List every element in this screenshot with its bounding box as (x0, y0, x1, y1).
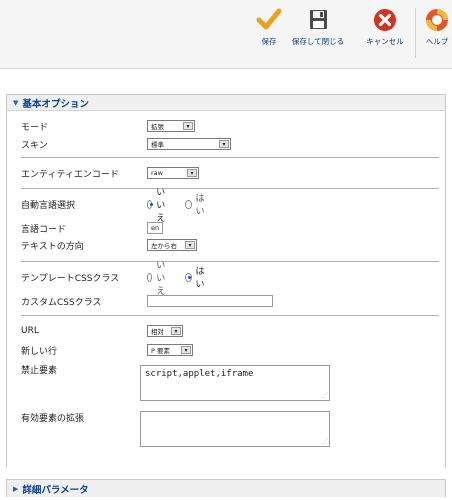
advanced-params-title: 詳細パラメータ (22, 484, 89, 496)
entity-encode-label: エンティティエンコード (21, 169, 119, 180)
text-dir-select[interactable]: 左から右 ▾ (147, 239, 197, 251)
lifebuoy-icon (426, 9, 448, 31)
text-dir-value: 左から右 (151, 242, 177, 250)
cancel-label: キャンセル (366, 37, 404, 46)
collapse-arrow-icon: ▶ (13, 484, 19, 493)
template-css-no-label: いいえ (156, 260, 166, 297)
mode-label: モード (21, 122, 49, 133)
divider (21, 261, 439, 262)
text-dir-label: テキストの方向 (21, 241, 84, 252)
url-value: 相対 (151, 328, 164, 336)
help-label: ヘルプ (425, 37, 449, 46)
cancel-button[interactable]: キャンセル (362, 8, 408, 47)
dropdown-icon: ▾ (171, 327, 181, 335)
auto-lang-yes-label: はい (195, 194, 205, 217)
auto-lang-no-radio[interactable]: いいえ (147, 185, 169, 224)
lang-code-input[interactable]: en (147, 222, 163, 234)
custom-css-label: カスタムCSSクラス (21, 297, 102, 308)
cancel-icon (374, 9, 396, 31)
skin-label: スキン (21, 140, 48, 151)
mode-select[interactable]: 拡張 ▾ (147, 120, 195, 132)
auto-lang-label: 自動言語選択 (21, 200, 76, 211)
newline-label: 新しい行 (21, 346, 58, 357)
resize-grip-icon[interactable]: ⋰ (322, 393, 328, 399)
entity-encode-select[interactable]: raw ▾ (147, 167, 199, 179)
dropdown-icon: ▾ (185, 241, 195, 249)
prohibited-label: 禁止要素 (21, 365, 58, 376)
floppy-disk-icon (310, 10, 327, 29)
radio-selected-icon (147, 199, 154, 209)
auto-lang-yes-radio[interactable]: はい (185, 191, 207, 217)
template-css-label: テンプレートCSSクラス (21, 273, 120, 284)
save-label: 保存 (261, 37, 277, 46)
url-select[interactable]: 相対 ▾ (147, 325, 183, 337)
template-css-no-radio[interactable]: いいえ (147, 258, 169, 297)
url-label: URL (21, 326, 39, 336)
advanced-params-header[interactable]: ▶ 詳細パラメータ (7, 480, 445, 497)
template-css-yes-radio[interactable]: はい (185, 264, 207, 290)
entity-encode-value: raw (151, 169, 163, 177)
skin-value: 標準 (151, 141, 164, 149)
basic-options-title: 基本オプション (22, 98, 89, 110)
radio-empty-icon (147, 272, 153, 282)
prohibited-textarea[interactable]: script,applet,iframe ⋰ (140, 365, 330, 401)
divider (21, 157, 439, 158)
template-css-yes-label: はい (195, 267, 205, 290)
newline-select[interactable]: P 要素 ▾ (147, 344, 193, 356)
prohibited-value: script,applet,iframe (145, 369, 254, 379)
expand-arrow-icon: ▼ (13, 98, 19, 107)
dropdown-icon: ▾ (183, 122, 193, 130)
dropdown-icon: ▾ (219, 140, 229, 148)
extended-textarea[interactable]: ⋰ (140, 411, 330, 447)
newline-value: P 要素 (151, 347, 170, 355)
basic-options-panel: ▼ 基本オプション モード 拡張 ▾ スキン 標準 ▾ エンティティエンコード … (6, 94, 446, 468)
radio-empty-icon (185, 199, 192, 209)
divider (21, 315, 439, 316)
help-button[interactable]: ヘルプ (422, 8, 452, 47)
save-button[interactable]: 保存 (255, 8, 283, 47)
toolbar: 保存 保存して閉じる キャンセル ヘルプ (0, 0, 452, 69)
dropdown-icon: ▾ (181, 346, 191, 354)
radio-selected-icon (185, 272, 192, 282)
auto-lang-no-label: いいえ (156, 187, 166, 224)
custom-css-input[interactable] (147, 295, 273, 307)
lang-code-label: 言語コード (21, 224, 67, 235)
save-close-label: 保存して閉じる (291, 37, 345, 46)
basic-options-header[interactable]: ▼ 基本オプション (7, 95, 445, 111)
dropdown-icon: ▾ (187, 169, 197, 177)
checkmark-icon (256, 8, 282, 30)
resize-grip-icon[interactable]: ⋰ (322, 439, 328, 445)
advanced-params-panel: ▶ 詳細パラメータ (6, 479, 446, 497)
divider (21, 188, 439, 189)
extended-label: 有効要素の拡張 (21, 413, 85, 424)
skin-select[interactable]: 標準 ▾ (147, 138, 231, 150)
save-close-button[interactable]: 保存して閉じる (291, 8, 345, 47)
toolbar-separator (415, 8, 416, 58)
mode-value: 拡張 (151, 123, 164, 131)
